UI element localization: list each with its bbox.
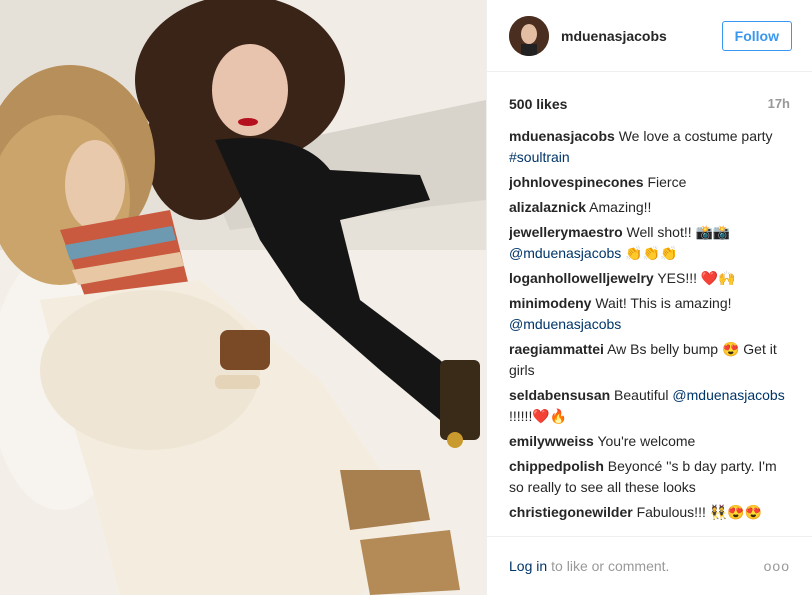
comment-text: 👏👏👏 — [621, 245, 678, 261]
mention-link[interactable]: #soultrain — [509, 149, 570, 165]
comment-text: Fierce — [647, 174, 687, 190]
comment-author-link[interactable]: emilywweiss — [509, 433, 594, 449]
post-meta: 500 likes 17h — [487, 72, 812, 112]
login-prompt-text: to like or comment. — [551, 558, 670, 574]
comment-item: alizalaznick Amazing!! — [509, 197, 794, 218]
post-time[interactable]: 17h — [768, 96, 790, 112]
comment-text: Well shot!! 📸📸 — [626, 224, 731, 240]
comment-item: chippedpolish Beyoncé ''s b day party. I… — [509, 456, 794, 498]
mention-link[interactable]: @mduenasjacobs — [509, 316, 621, 332]
comment-author-link[interactable]: minimodeny — [509, 295, 591, 311]
post-footer: Log in to like or comment. ooo — [487, 536, 812, 595]
comment-author-link[interactable]: mduenasjacobs — [509, 128, 615, 144]
details-panel: mduenasjacobs Follow 500 likes 17h mduen… — [486, 0, 812, 595]
more-options-icon[interactable]: ooo — [764, 558, 790, 574]
comment-author-link[interactable]: seldabensusan — [509, 387, 610, 403]
comment-author-link[interactable]: loganhollowelljewelry — [509, 270, 654, 286]
comment-text: We love a costume party — [618, 128, 773, 144]
mention-link[interactable]: @mduenasjacobs — [509, 245, 621, 261]
comment-text: !!!!!!❤️🔥 — [509, 408, 568, 424]
comment-item: christiegonewilder Fabulous!!! 👯😍😍 — [509, 502, 794, 523]
follow-button[interactable]: Follow — [721, 20, 792, 51]
comment-item: johnlovespinecones Fierce — [509, 172, 794, 193]
comment-text: Fabulous!!! 👯😍😍 — [636, 504, 763, 520]
post-photo[interactable] — [0, 0, 486, 595]
comment-item: raegiammattei Aw Bs belly bump 😍 Get it … — [509, 339, 794, 381]
login-link[interactable]: Log in — [509, 558, 547, 574]
comment-item: seldabensusan Beautiful @mduenasjacobs !… — [509, 385, 794, 427]
comment-author-link[interactable]: johnlovespinecones — [509, 174, 644, 190]
likes-count[interactable]: 500 likes — [509, 96, 567, 112]
comment-author-link[interactable]: christiegonewilder — [509, 504, 633, 520]
comment-text: Amazing!! — [589, 199, 652, 215]
avatar[interactable] — [509, 15, 549, 56]
comment-item: ninarunsdorfiewelry 🔥🔥😍 — [509, 527, 794, 528]
comment-author-link[interactable]: chippedpolish — [509, 458, 604, 474]
comment-item: minimodeny Wait! This is amazing! @mduen… — [509, 293, 794, 335]
post-header: mduenasjacobs Follow — [487, 0, 812, 72]
comment-item: emilywweiss You're welcome — [509, 431, 794, 452]
comment-author-link[interactable]: alizalaznick — [509, 199, 586, 215]
username-link[interactable]: mduenasjacobs — [561, 28, 722, 44]
post-container: mduenasjacobs Follow 500 likes 17h mduen… — [0, 0, 812, 595]
comment-item: jewellerymaestro Well shot!! 📸📸 @mduenas… — [509, 222, 794, 264]
mention-link[interactable]: @mduenasjacobs — [672, 387, 784, 403]
comments-list: mduenasjacobs We love a costume party #s… — [509, 126, 794, 528]
photo-image — [0, 0, 486, 595]
comment-author-link[interactable]: jewellerymaestro — [509, 224, 623, 240]
avatar-image — [509, 15, 549, 56]
comment-item: mduenasjacobs We love a costume party #s… — [509, 126, 794, 168]
comment-author-link[interactable]: raegiammattei — [509, 341, 604, 357]
comment-text: Beautiful — [614, 387, 673, 403]
comment-text: You're welcome — [597, 433, 696, 449]
comment-item: loganhollowelljewelry YES!!! ❤️🙌 — [509, 268, 794, 289]
comment-text: Wait! This is amazing! — [595, 295, 732, 311]
comment-text: YES!!! ❤️🙌 — [657, 270, 736, 286]
